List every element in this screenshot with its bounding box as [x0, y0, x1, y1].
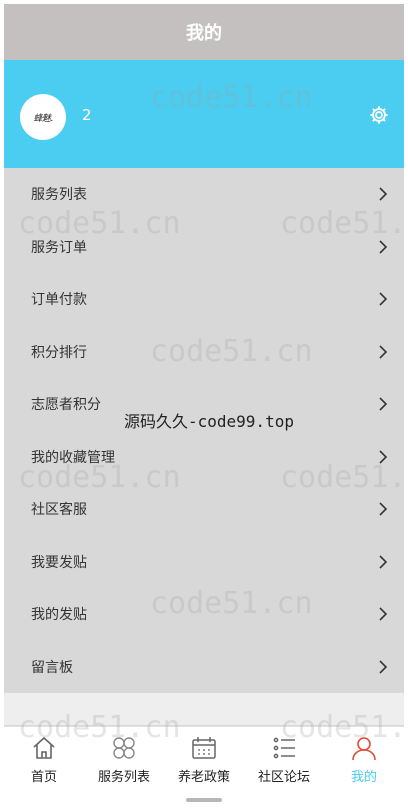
- calendar-icon: [192, 737, 216, 759]
- chevron-right-icon: [379, 187, 388, 201]
- list-footer-spacer: [4, 693, 404, 725]
- menu-item-points-ranking[interactable]: 积分排行: [4, 326, 404, 379]
- chevron-right-icon: [379, 660, 388, 674]
- chevron-right-icon: [379, 502, 388, 516]
- title-bar: 我的: [4, 4, 404, 60]
- chevron-right-icon: [379, 397, 388, 411]
- menu-item-new-post[interactable]: 我要发贴: [4, 536, 404, 589]
- menu-item-label: 我的收藏管理: [31, 449, 115, 466]
- tab-community-forum[interactable]: 社区论坛: [244, 727, 324, 790]
- gear-icon[interactable]: [368, 104, 390, 126]
- app-screen: 我的 蜂魅. 2 服务列表 服务订单 订单付款 积分排行 志愿者积分 我的收藏管…: [4, 4, 404, 790]
- watermark-banner: 源码久久-code99.top: [124, 412, 294, 431]
- menu-item-label: 积分排行: [31, 344, 87, 361]
- chevron-right-icon: [379, 555, 388, 569]
- chevron-right-icon: [379, 292, 388, 306]
- menu-item-my-posts[interactable]: 我的发贴: [4, 588, 404, 641]
- menu-item-favorites[interactable]: 我的收藏管理: [4, 431, 404, 484]
- user-icon: [352, 737, 376, 761]
- tab-label: 我的: [350, 770, 377, 785]
- bottom-tab-bar: 首页 服务列表 养老政策 社区论坛 我的: [4, 726, 404, 790]
- home-icon: [33, 736, 55, 759]
- list-icon: [273, 737, 295, 759]
- menu-item-label: 我要发贴: [31, 554, 87, 571]
- chevron-right-icon: [379, 345, 388, 359]
- menu-item-label: 志愿者积分: [31, 397, 101, 414]
- chevron-right-icon: [379, 450, 388, 464]
- menu-item-label: 服务订单: [31, 239, 87, 256]
- tab-label: 养老政策: [177, 770, 230, 785]
- menu-item-label: 社区客服: [31, 502, 87, 519]
- avatar[interactable]: 蜂魅.: [20, 94, 66, 140]
- username: 2: [82, 106, 92, 124]
- menu-item-label: 我的发贴: [31, 607, 87, 624]
- menu-item-service-orders[interactable]: 服务订单: [4, 221, 404, 274]
- tab-service-list[interactable]: 服务列表: [84, 727, 164, 790]
- menu-item-service-list[interactable]: 服务列表: [4, 168, 404, 221]
- tab-label: 服务列表: [97, 770, 150, 785]
- tab-elderly-policy[interactable]: 养老政策: [164, 727, 244, 790]
- menu-item-label: 留言板: [31, 659, 73, 676]
- menu-item-customer-service[interactable]: 社区客服: [4, 483, 404, 536]
- tab-label: 社区论坛: [257, 770, 310, 785]
- menu-item-order-payment[interactable]: 订单付款: [4, 273, 404, 326]
- home-indicator[interactable]: [186, 798, 222, 802]
- tab-mine[interactable]: 我的: [324, 727, 404, 790]
- page-title: 我的: [186, 23, 222, 44]
- menu-item-label: 服务列表: [31, 187, 87, 204]
- chevron-right-icon: [379, 240, 388, 254]
- grid-icon: [113, 737, 135, 759]
- tab-label: 首页: [30, 770, 57, 785]
- chevron-right-icon: [379, 607, 388, 621]
- avatar-text: 蜂魅.: [33, 113, 53, 124]
- menu-item-message-board[interactable]: 留言板: [4, 641, 404, 694]
- profile-card[interactable]: 蜂魅. 2: [4, 60, 404, 168]
- tab-home[interactable]: 首页: [4, 727, 84, 790]
- menu-item-label: 订单付款: [31, 292, 87, 309]
